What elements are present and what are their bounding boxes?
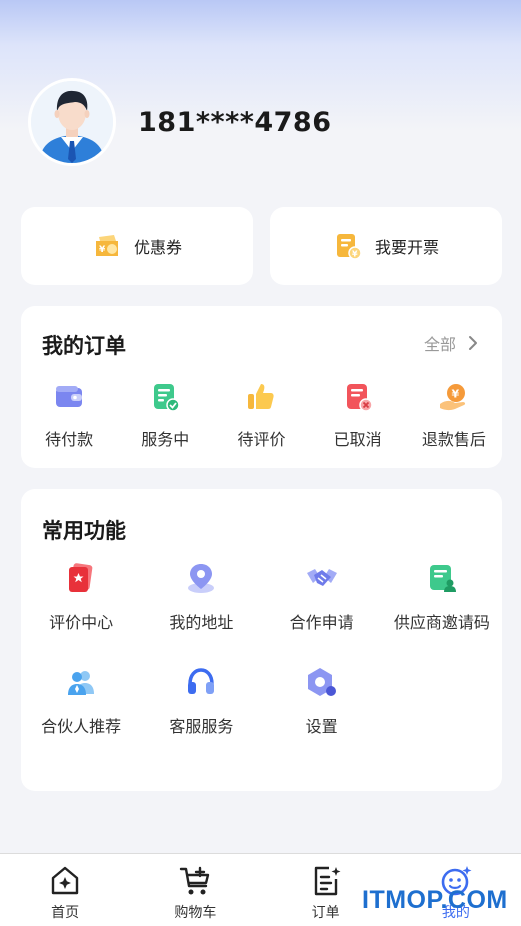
func-partner-referral-label: 合伙人推荐 (41, 717, 122, 736)
order-refund-label: 退款售后 (421, 430, 486, 449)
tab-home[interactable]: 首页 (0, 854, 130, 926)
functions-grid: 评价中心 我的地址 合作申请 供应商邀请码 合伙人推荐 客服服务 设置 (21, 561, 502, 769)
tab-orders-label: 订单 (311, 905, 340, 921)
tab-cart[interactable]: 购物车 (130, 854, 260, 926)
thumbs-up-icon (248, 384, 275, 409)
func-cooperation-apply-label: 合作申请 (289, 613, 354, 632)
watermark: ITMOP.COM (362, 886, 508, 914)
order-refund[interactable]: ¥ 退款售后 (406, 380, 502, 450)
partner-icon (68, 671, 95, 695)
order-cancelled[interactable]: 已取消 (310, 380, 406, 450)
review-center-icon (69, 563, 93, 592)
view-all-label: 全部 (423, 335, 456, 354)
func-review-center[interactable]: 评价中心 (21, 561, 141, 665)
view-all-orders-link[interactable]: 全部 (424, 331, 478, 355)
functions-card: 常用功能 评价中心 我的地址 合作申请 供应商邀请码 合伙人推荐 客服服务 设置 (21, 489, 502, 791)
coupon-icon: ¥ (95, 235, 118, 256)
cart-icon (180, 866, 210, 895)
func-cooperation-apply[interactable]: 合作申请 (262, 561, 382, 665)
func-settings[interactable]: 设置 (262, 665, 382, 769)
chevron-right-icon (469, 336, 477, 350)
headset-icon (188, 668, 215, 694)
settings-icon (307, 668, 336, 696)
order-cancelled-label: 已取消 (333, 430, 382, 449)
func-my-address[interactable]: 我的地址 (141, 561, 261, 665)
invoice-button[interactable]: ¥ 我要开票 (270, 207, 502, 285)
orders-card: 我的订单 全部 待付款 服务中 待评价 已取消 ¥ 退款售后 (21, 306, 502, 468)
order-pending-payment[interactable]: 待付款 (21, 380, 117, 450)
tab-home-label: 首页 (51, 905, 80, 921)
svg-text:¥: ¥ (99, 245, 106, 255)
func-customer-service[interactable]: 客服服务 (141, 665, 261, 769)
user-phone: 181****4786 (138, 106, 332, 138)
func-supplier-invite-label: 供应商邀请码 (393, 613, 490, 632)
func-customer-service-label: 客服服务 (169, 717, 234, 736)
profile-header[interactable]: 181****4786 (28, 78, 332, 166)
tab-cart-label: 购物车 (174, 905, 217, 921)
order-pending-review[interactable]: 待评价 (213, 380, 309, 450)
order-in-service-label: 服务中 (141, 430, 190, 449)
func-review-center-label: 评价中心 (49, 613, 114, 632)
svg-text:¥: ¥ (451, 388, 459, 401)
orders-title: 我的订单 (42, 334, 126, 358)
checklist-icon (154, 384, 181, 412)
coupon-label: 优惠券 (133, 238, 182, 257)
coupon-button[interactable]: ¥ 优惠券 (21, 207, 253, 285)
orders-icon (314, 866, 341, 896)
handshake-icon (306, 569, 337, 586)
order-status-row: 待付款 服务中 待评价 已取消 ¥ 退款售后 (21, 380, 502, 450)
svg-text:¥: ¥ (352, 250, 358, 259)
home-icon (51, 866, 79, 895)
refund-icon: ¥ (439, 384, 465, 411)
supplier-invite-icon (429, 565, 456, 592)
invoice-icon: ¥ (336, 234, 362, 260)
func-my-address-label: 我的地址 (169, 613, 234, 632)
wallet-icon (56, 386, 83, 407)
order-pending-review-label: 待评价 (237, 430, 286, 449)
order-pending-payment-label: 待付款 (45, 430, 94, 449)
functions-title: 常用功能 (42, 519, 126, 543)
cancelled-doc-icon (346, 384, 373, 412)
func-supplier-invite[interactable]: 供应商邀请码 (382, 561, 502, 665)
invoice-label: 我要开票 (374, 238, 439, 257)
func-settings-label: 设置 (305, 717, 338, 736)
location-pin-icon (188, 564, 215, 593)
order-in-service[interactable]: 服务中 (117, 380, 213, 450)
avatar[interactable] (28, 78, 116, 166)
func-partner-referral[interactable]: 合伙人推荐 (21, 665, 141, 769)
